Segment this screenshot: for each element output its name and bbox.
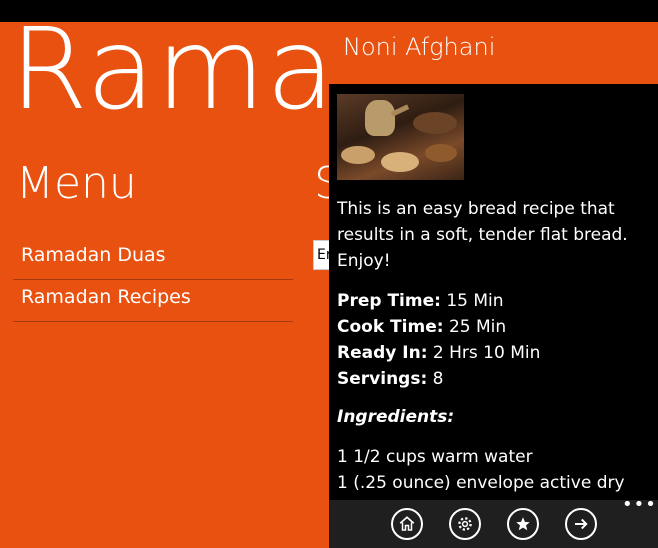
ready-in-label: Ready In: [337, 343, 428, 363]
next-button[interactable] [565, 508, 597, 540]
cook-time-value: 25 Min [448, 317, 507, 337]
prep-time-row: Prep Time: 15 Min [337, 288, 653, 314]
settings-icon [458, 517, 472, 531]
home-button[interactable] [391, 508, 423, 540]
app-title: Ramadan [10, 5, 329, 135]
favorite-button[interactable] [507, 508, 539, 540]
status-bar [329, 0, 658, 22]
ready-in-row: Ready In: 2 Hrs 10 Min [337, 340, 653, 366]
servings-row: Servings: 8 [337, 366, 653, 392]
prep-time-value: 15 Min [446, 291, 504, 311]
menu-item-ramadan-recipes[interactable]: Ramadan Recipes [13, 280, 293, 322]
ready-in-value: 2 Hrs 10 Min [432, 343, 541, 363]
cook-time-label: Cook Time: [337, 317, 444, 337]
prep-time-label: Prep Time: [337, 291, 441, 311]
menu-item-ramadan-duas[interactable]: Ramadan Duas [13, 238, 293, 280]
home-icon [399, 516, 415, 531]
recipe-panel: Noni Afghani This is an easy bread recip… [329, 0, 658, 548]
arrow-right-icon [575, 518, 588, 530]
recipe-description: This is an easy bread recipe that result… [337, 199, 628, 271]
servings-label: Servings: [337, 369, 428, 389]
settings-button[interactable] [449, 508, 481, 540]
star-icon [516, 517, 530, 531]
menu-list: Ramadan Duas Ramadan Recipes [13, 238, 293, 322]
recipe-title: Noni Afghani [343, 33, 496, 61]
ingredient-item: 1 1/2 cups warm water [337, 447, 533, 467]
menu-heading: Menu [16, 158, 137, 209]
search-input[interactable]: Er [313, 240, 329, 270]
recipe-facts: Prep Time: 15 Min Cook Time: 25 Min Read… [337, 288, 653, 392]
servings-value: 8 [432, 369, 444, 389]
home-panel: Ramadan Menu S Ramadan Duas Ramadan Reci… [0, 0, 329, 548]
ingredient-item: 1 (.25 ounce) envelope active dry [337, 473, 625, 493]
recipe-content[interactable]: This is an easy bread recipe that result… [337, 94, 653, 496]
ingredient-list: 1 1/2 cups warm water 1 (.25 ounce) enve… [337, 444, 653, 496]
more-options-button[interactable]: ••• [622, 496, 656, 516]
ingredients-heading: Ingredients: [337, 407, 455, 427]
next-section-heading: S [314, 158, 329, 209]
recipe-header: Noni Afghani [329, 22, 658, 84]
cook-time-row: Cook Time: 25 Min [337, 314, 653, 340]
recipe-photo [337, 94, 464, 180]
app-bar: ••• [329, 496, 658, 548]
